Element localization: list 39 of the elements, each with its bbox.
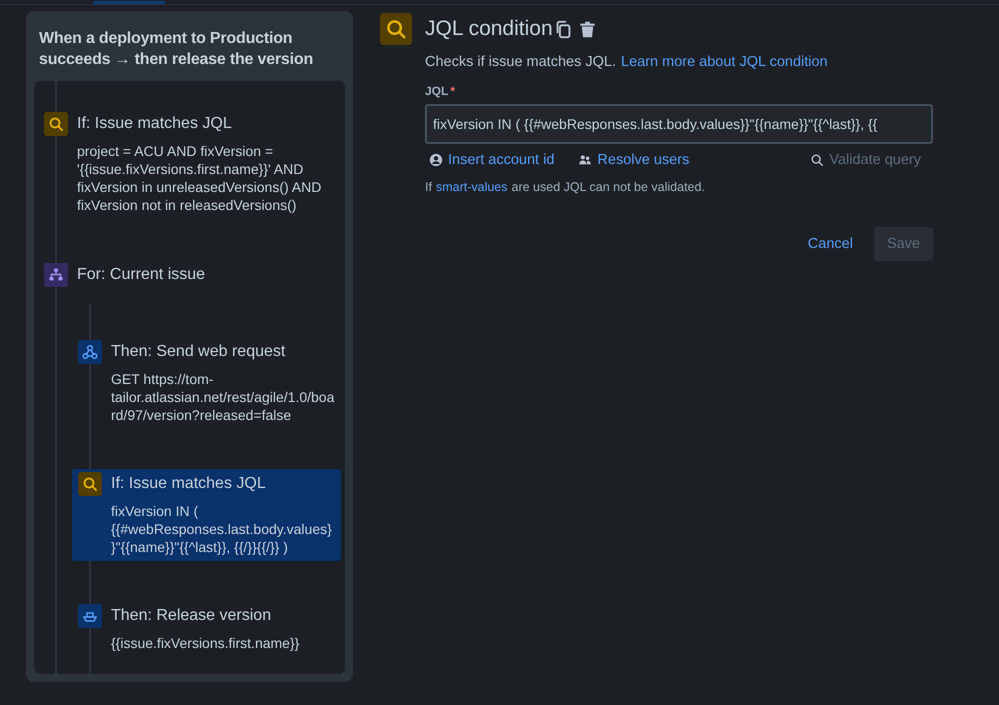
learn-more-link[interactable]: Learn more about JQL condition bbox=[621, 54, 828, 70]
tab-indicator bbox=[93, 1, 165, 4]
user-icon bbox=[429, 153, 443, 167]
note-text: If bbox=[425, 180, 432, 194]
search-icon bbox=[810, 153, 824, 167]
description: Checks if issue matches JQL. bbox=[425, 54, 616, 70]
webhook-icon bbox=[78, 340, 102, 364]
hierarchy-icon bbox=[44, 263, 68, 287]
search-icon bbox=[78, 472, 102, 496]
step-title: Then: Release version bbox=[111, 606, 272, 626]
jql-input-field[interactable]: fixVersion IN ( {{#webResponses.last.body.values}}"{{name}}"{{^last}}, {{ bbox=[425, 104, 933, 144]
step-detail: {{issue.fixVersions.first.name}} bbox=[111, 634, 300, 652]
rule-step[interactable]: Then: Release version {{issue.fixVersions.first.name}} bbox=[72, 601, 341, 657]
step-title: For: Current issue bbox=[77, 265, 206, 285]
copy-icon[interactable] bbox=[554, 20, 573, 38]
rule-step[interactable]: If: Issue matches JQL fixVersion IN ( {{#webResponses.last.body.values}}"{{name}}"{{^last}}, {{/}}{{/}} ) bbox=[72, 469, 341, 561]
smart-values-link[interactable]: smart-values bbox=[436, 180, 508, 194]
people-icon bbox=[578, 153, 592, 167]
rule-step[interactable]: Then: Send web request GET https://tom-tailor.atlassian.net/rest/agile/1.0/board/97/version?released=false bbox=[72, 337, 341, 429]
trash-icon[interactable] bbox=[578, 20, 597, 38]
action-link[interactable]: Resolve users bbox=[578, 152, 690, 168]
step-title: If: Issue matches JQL bbox=[77, 114, 233, 134]
rule-title: When a deployment to Production succeeds → then release the version bbox=[38, 29, 314, 70]
panel-title: JQL condition bbox=[425, 17, 553, 41]
required-mark: * bbox=[450, 84, 456, 98]
action-link[interactable]: Insert account id bbox=[429, 152, 554, 168]
step-detail: GET https://tom-tailor.atlassian.net/rest/agile/1.0/board/97/version?released=false bbox=[111, 370, 335, 424]
rule-step[interactable]: For: Current issue bbox=[44, 260, 341, 289]
search-icon bbox=[380, 13, 412, 45]
step-title: Then: Send web request bbox=[111, 342, 286, 362]
rule-step[interactable]: If: Issue matches JQL project = ACU AND fixVersion = '{{issue.fixVersions.first.name}}' AND fixVersion in unreleasedVersions() AND fixVersion not in releasedVersions() bbox=[44, 109, 341, 216]
step-detail: project = ACU AND fixVersion = '{{issue.fixVersions.first.name}}' AND fixVersion in unreleasedVersions() AND fixVersion not in releasedVersions() bbox=[77, 142, 322, 214]
step-detail: fixVersion IN ( {{#webResponses.last.body.values}}"{{name}}"{{^last}}, {{/}}{{/}} ) bbox=[111, 502, 333, 556]
field-label: JQL bbox=[425, 84, 448, 98]
cancel-button[interactable]: Cancel bbox=[794, 227, 866, 261]
step-title: If: Issue matches JQL bbox=[111, 474, 267, 494]
search-icon bbox=[44, 112, 68, 136]
ship-icon bbox=[78, 604, 102, 628]
note-text: are used JQL can not be validated. bbox=[512, 180, 705, 194]
